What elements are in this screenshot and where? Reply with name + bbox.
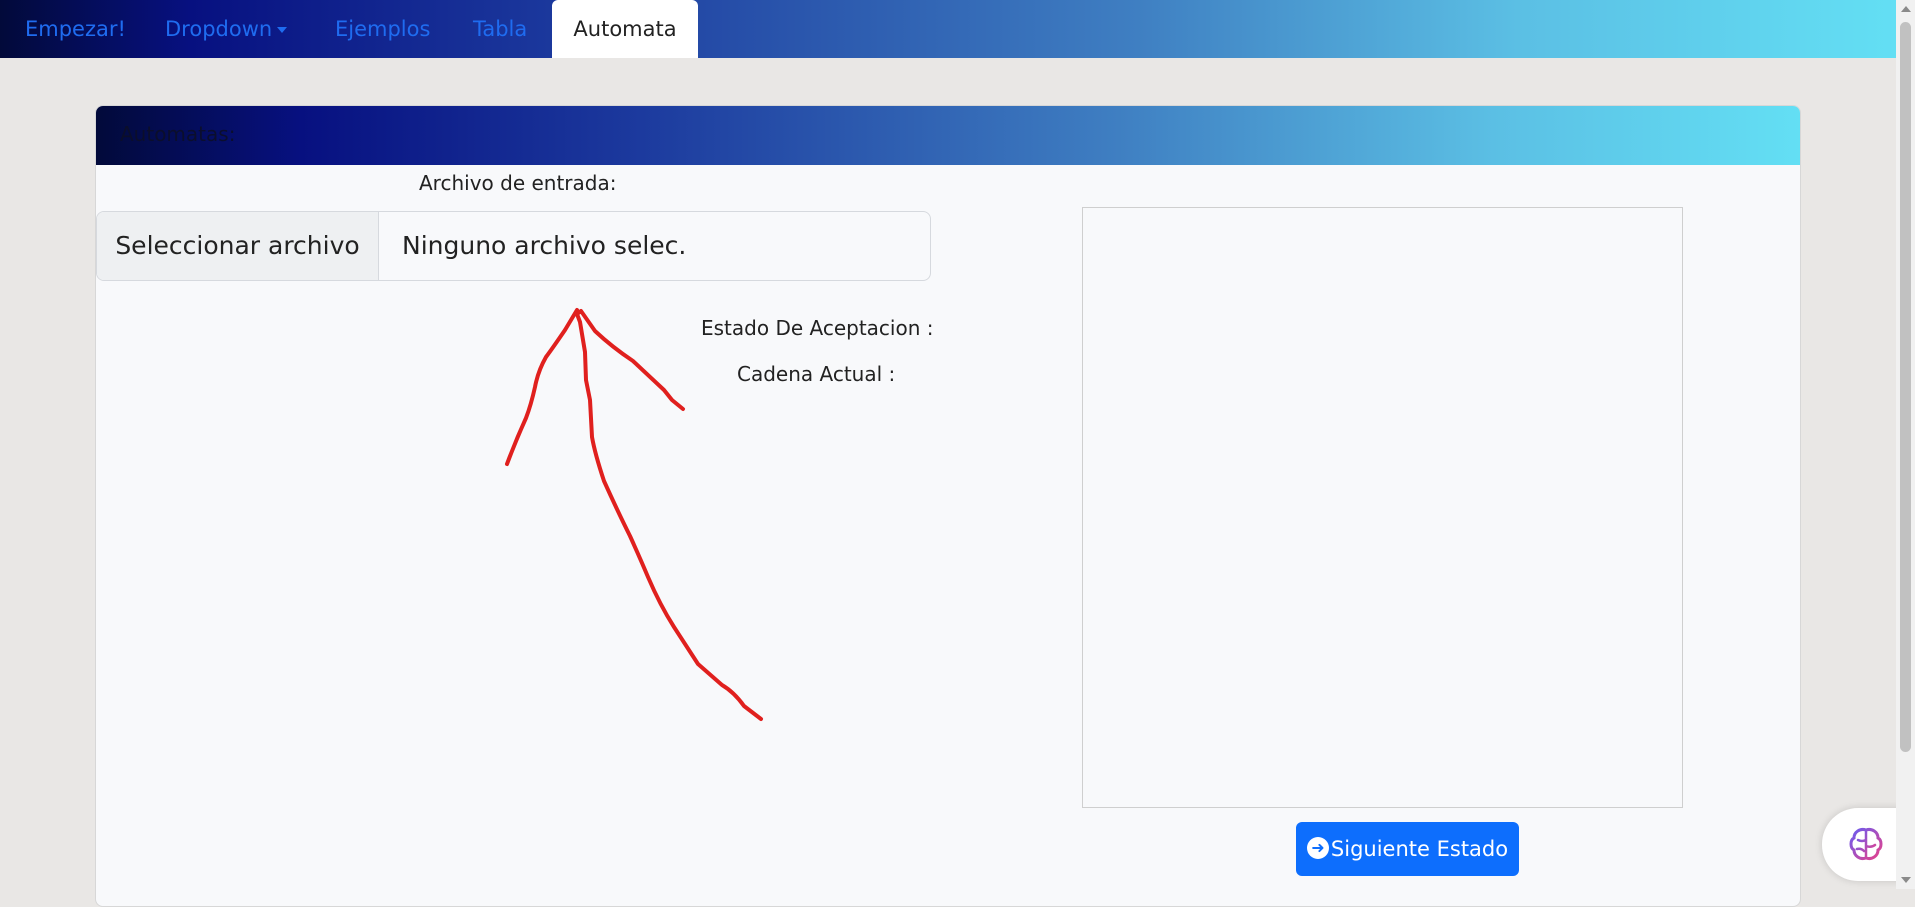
page-scrollbar[interactable] xyxy=(1896,0,1915,889)
chevron-down-icon xyxy=(277,27,288,33)
select-file-button[interactable]: Seleccionar archivo xyxy=(97,212,379,280)
automata-card: Automatas: Archivo de entrada: Seleccion… xyxy=(95,105,1801,907)
file-input-label: Archivo de entrada: xyxy=(419,171,617,195)
automata-canvas[interactable] xyxy=(1082,207,1683,808)
top-navbar: Empezar! Dropdown Ejemplos Tabla Automat… xyxy=(0,0,1896,58)
file-input[interactable]: Seleccionar archivo Ninguno archivo sele… xyxy=(96,211,931,281)
card-title: Automatas: xyxy=(120,122,236,146)
scroll-thumb[interactable] xyxy=(1900,22,1911,752)
nav-tabla[interactable]: Tabla xyxy=(473,0,527,58)
next-state-label: Siguiente Estado xyxy=(1330,837,1509,861)
nav-dropdown[interactable]: Dropdown xyxy=(165,0,288,58)
next-state-button[interactable]: ➜ Siguiente Estado xyxy=(1296,822,1519,876)
card-header: Automatas: xyxy=(96,106,1800,165)
scroll-up-icon[interactable] xyxy=(1901,6,1911,12)
nav-ejemplos[interactable]: Ejemplos xyxy=(335,0,430,58)
file-status-text: Ninguno archivo selec. xyxy=(402,231,687,260)
acceptance-state-label: Estado De Aceptacion : xyxy=(701,316,934,340)
nav-dropdown-label: Dropdown xyxy=(165,17,273,41)
arrow-right-circle-icon: ➜ xyxy=(1306,837,1329,859)
nav-empezar[interactable]: Empezar! xyxy=(25,0,126,58)
scroll-down-icon[interactable] xyxy=(1901,877,1911,883)
current-string-label: Cadena Actual : xyxy=(737,362,896,386)
nav-automata[interactable]: Automata xyxy=(552,0,698,58)
brain-icon xyxy=(1849,828,1883,860)
